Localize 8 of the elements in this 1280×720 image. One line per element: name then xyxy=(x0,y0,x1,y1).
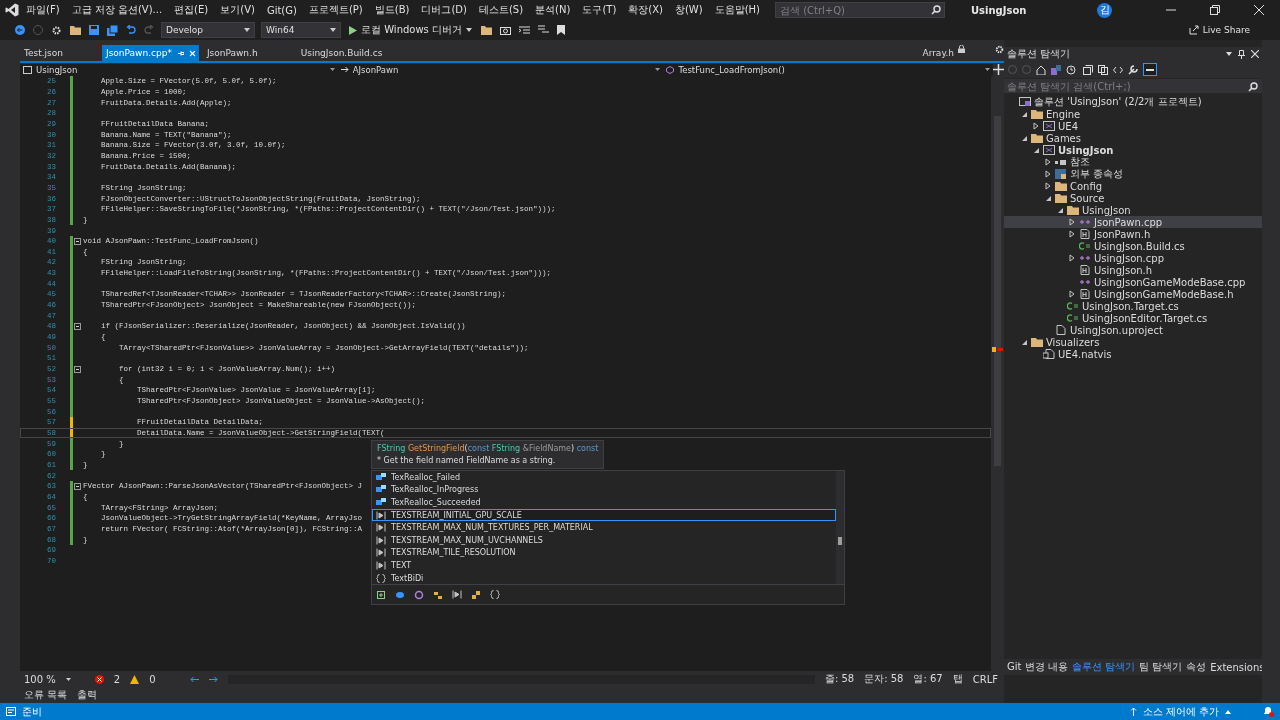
function-signature: FString GetStringField(const FString &FieldName) const xyxy=(377,444,599,453)
function-description: * Get the field named FieldName as a string. xyxy=(377,456,557,465)
char-indicator: 문자: 58 xyxy=(864,672,904,686)
panel-title: 솔루션 탐색기 xyxy=(1007,47,1072,61)
solution-name: UsingJson xyxy=(971,4,1027,16)
line-indicator: 줄: 58 xyxy=(824,672,855,686)
status-message: 준비 xyxy=(22,704,42,719)
column-indicator: 열: 67 xyxy=(913,672,943,686)
